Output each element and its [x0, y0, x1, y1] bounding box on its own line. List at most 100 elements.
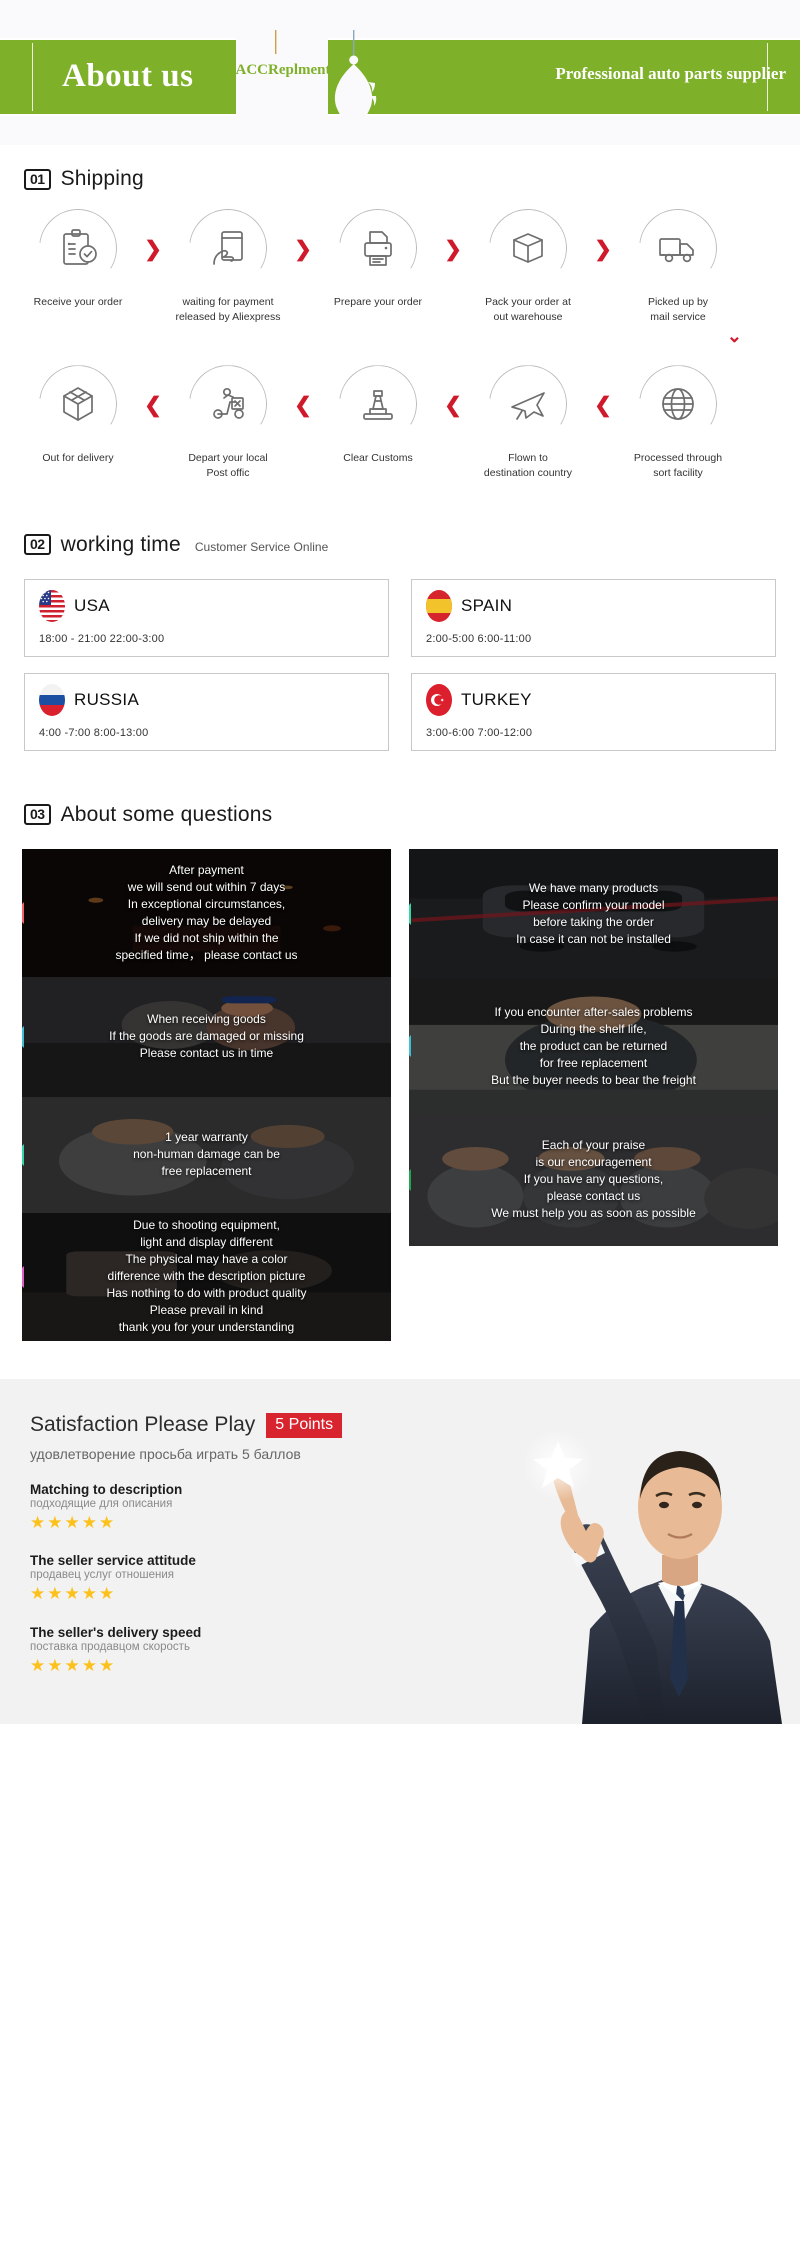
- satisfaction-title: Satisfaction Please Play: [30, 1413, 256, 1437]
- shipping-step-label: Depart your local Post offic: [188, 452, 268, 480]
- faq-panel: 1 year warranty non-human damage can be …: [22, 1096, 391, 1213]
- hand-card-payment-icon: [189, 209, 267, 287]
- faq-panel: Due to shooting equipment, light and dis…: [22, 1212, 391, 1341]
- shipping-step: Prepare your order: [316, 209, 440, 310]
- faq-section-title: 03 About some questions: [0, 803, 800, 827]
- shipping-steps-row-2: Out for delivery ❮ Depart your local Post…: [0, 365, 800, 480]
- working-time-section: 02 working time Customer Service Online …: [0, 481, 800, 751]
- step-ring-decoration: [39, 365, 117, 444]
- shipping-step-label: Clear Customs: [343, 452, 413, 465]
- shipping-flow-arrow: ❮: [294, 394, 312, 418]
- shipping-step: Processed through sort facility: [616, 365, 740, 480]
- shipping-step: Flown to destination country: [466, 365, 590, 480]
- working-time-title-text: working time: [60, 532, 181, 556]
- rating-label-en: The seller service attitude: [30, 1553, 196, 1569]
- faq-panel-text: Each of your praise is our encouragement…: [491, 1138, 696, 1221]
- rating-stars: ★★★★★: [30, 1584, 117, 1604]
- country-working-hours: 2:00-5:00 6:00-11:00: [426, 632, 532, 645]
- shipping-flow-arrow: ❯: [144, 238, 162, 261]
- about-us-page: About us ACCReplment Professional auto p…: [0, 0, 800, 1724]
- satisfaction-heading: Satisfaction Please Play 5 Points: [30, 1412, 800, 1438]
- faq-panel-text: We have many products Please confirm you…: [516, 880, 671, 946]
- country-card: RUSSIA 4:00 -7:00 8:00-13:00: [24, 672, 389, 751]
- step-ring-decoration: [639, 365, 717, 444]
- shipping-step-label: Processed through sort facility: [633, 452, 723, 480]
- brand-name: ACCReplment: [235, 62, 331, 78]
- country-name: TURKEY: [461, 689, 532, 709]
- faq-section: 03 About some questions After payment we…: [0, 751, 800, 1341]
- faq-column-left: After payment we will send out within 7 …: [22, 848, 391, 1341]
- faq-panel-marker: [22, 901, 24, 924]
- shipping-flow-arrow: ❯: [444, 238, 462, 261]
- faq-panel-marker: [22, 1025, 24, 1048]
- faq-panel-text: When receiving goods If the goods are da…: [109, 1012, 304, 1061]
- shipping-flow-arrow: ❯: [594, 238, 612, 261]
- satisfaction-subtitle-ru: удовлетворение просьба играть 5 баллов: [30, 1445, 301, 1462]
- country-working-hours: 4:00 -7:00 8:00-13:00: [39, 726, 149, 739]
- country-card-header: SPAIN: [426, 589, 761, 622]
- shipping-step-label: Receive your order: [33, 296, 123, 308]
- country-name: SPAIN: [461, 595, 513, 615]
- country-card: USA 18:00 - 21:00 22:00-3:00: [24, 578, 389, 657]
- faq-panel-text: After payment we will send out within 7 …: [115, 862, 298, 962]
- scooter-courier-icon: [189, 365, 267, 444]
- open-box-icon: [39, 365, 117, 444]
- rating-label-ru: подходящие для описания: [30, 1497, 173, 1510]
- shipping-step: Pack your order at out warehouse: [466, 209, 590, 324]
- satisfaction-content: Satisfaction Please Play 5 Points удовле…: [0, 1379, 800, 1676]
- satisfaction-section: Satisfaction Please Play 5 Points удовле…: [0, 1378, 800, 1724]
- rating-label-en: Matching to description: [30, 1481, 183, 1497]
- russia-flag-icon: [39, 683, 65, 716]
- clipboard-check-icon: [39, 209, 117, 287]
- globe-icon: [639, 365, 717, 444]
- shipping-step-label: Prepare your order: [333, 296, 423, 308]
- turkey-flag-icon: [426, 683, 452, 716]
- shipping-flow-arrow: ❮: [144, 394, 162, 418]
- header-tagline: Professional auto parts supplier: [555, 64, 786, 83]
- country-card-header: RUSSIA: [39, 683, 374, 716]
- step-ring-decoration: [489, 365, 567, 444]
- shipping-step: Receive your order: [16, 209, 140, 310]
- working-time-subtitle: Customer Service Online: [194, 539, 329, 554]
- usa-flag-icon: [39, 589, 65, 622]
- shipping-step: Picked up by mail service: [616, 209, 740, 324]
- section-number-03: 03: [24, 804, 51, 826]
- shipping-step: waiting for payment released by Aliexpre…: [166, 209, 290, 324]
- country-card-header: TURKEY: [426, 683, 761, 716]
- faq-panel: When receiving goods If the goods are da…: [22, 976, 391, 1097]
- shipping-flow-arrow: ❮: [594, 394, 612, 418]
- rating-item: The seller's delivery speed поставка про…: [30, 1625, 800, 1676]
- faq-panel: After payment we will send out within 7 …: [22, 848, 391, 977]
- faq-panel-text: If you encounter after-sales problems Du…: [491, 1004, 696, 1087]
- rating-item: The seller service attitude продавец усл…: [30, 1553, 800, 1604]
- faq-title-text: About some questions: [60, 802, 273, 826]
- section-number-02: 02: [24, 534, 51, 556]
- shipping-steps-row-1: Receive your order ❯ waiting for payment …: [0, 209, 800, 324]
- country-card-grid: USA 18:00 - 21:00 22:00-3:00 SPAIN 2:00-…: [0, 578, 800, 751]
- working-time-section-title: 02 working time Customer Service Online: [0, 533, 800, 557]
- shipping-section-title: 01 Shipping: [0, 167, 800, 191]
- faq-panel-marker: [22, 1265, 24, 1288]
- page-title: About us: [62, 58, 194, 94]
- faq-panel: If you encounter after-sales problems Du…: [409, 978, 778, 1114]
- country-name: USA: [74, 595, 110, 615]
- rating-label-ru: поставка продавцом скорость: [30, 1640, 190, 1653]
- shipping-step-label: waiting for payment released by Aliexpre…: [175, 296, 281, 323]
- shipping-title-text: Shipping: [60, 167, 144, 190]
- spain-flag-icon: [426, 589, 452, 622]
- section-number-01: 01: [24, 168, 51, 190]
- points-badge: 5 Points: [266, 1412, 343, 1438]
- faq-column-right: We have many products Please confirm you…: [409, 848, 778, 1246]
- country-card-header: USA: [39, 589, 374, 622]
- delivery-truck-icon: [639, 209, 717, 287]
- shipping-step-label: Pack your order at out warehouse: [485, 296, 571, 323]
- page-header: About us ACCReplment Professional auto p…: [0, 0, 800, 145]
- faq-panel: We have many products Please confirm you…: [409, 848, 778, 979]
- country-name: RUSSIA: [74, 689, 140, 709]
- faq-panel: Each of your praise is our encouragement…: [409, 1113, 778, 1246]
- faq-columns: After payment we will send out within 7 …: [0, 848, 800, 1341]
- shipping-step-label: Flown to destination country: [483, 452, 573, 480]
- faq-panel-marker: [409, 902, 411, 925]
- printer-icon: [339, 209, 417, 287]
- faq-panel-text: 1 year warranty non-human damage can be …: [133, 1130, 280, 1179]
